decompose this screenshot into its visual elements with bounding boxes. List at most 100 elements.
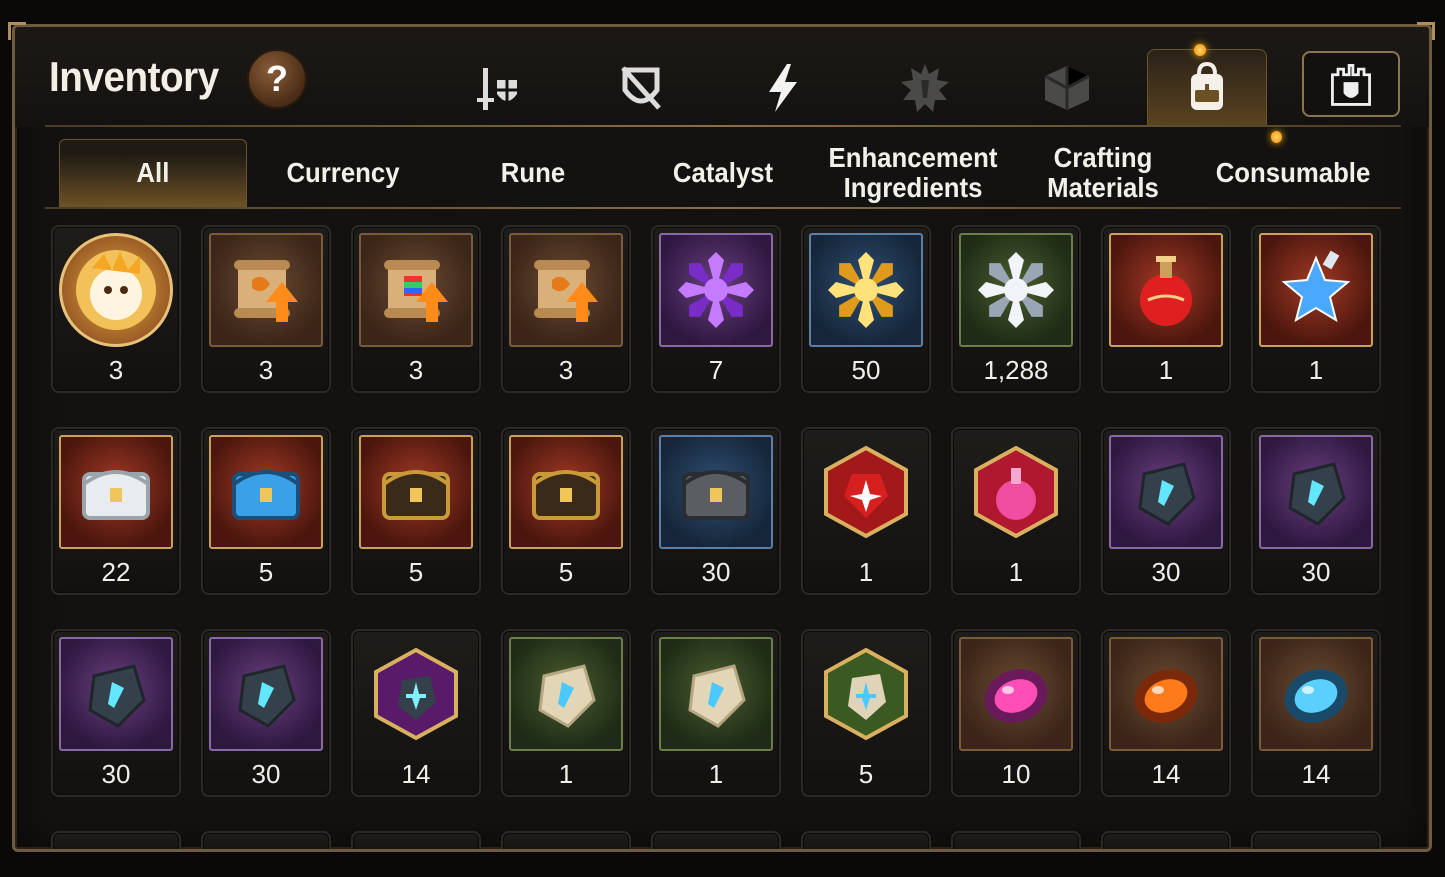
inventory-panel: Inventory ? All Currency Rune Catalyst E… bbox=[12, 24, 1432, 852]
inventory-slot[interactable]: 1 bbox=[651, 629, 781, 797]
scroll-upgrade-icon bbox=[209, 233, 323, 347]
item-quantity: 14 bbox=[1301, 759, 1331, 789]
gold-crystal-flower-icon bbox=[809, 233, 923, 347]
gold-chest-icon bbox=[359, 435, 473, 549]
inventory-slot[interactable]: 3 bbox=[201, 225, 331, 393]
sword-rune-tablet-icon bbox=[509, 637, 623, 751]
backpack-icon bbox=[1191, 61, 1223, 110]
item-quantity: 1 bbox=[858, 557, 874, 587]
tab-lightning[interactable] bbox=[723, 49, 843, 127]
inventory-slot-partial[interactable] bbox=[1251, 831, 1381, 849]
inventory-slot[interactable]: 3 bbox=[351, 225, 481, 393]
inventory-slot[interactable]: 30 bbox=[1101, 427, 1231, 595]
item-quantity: 3 bbox=[108, 355, 124, 385]
tab-emblem[interactable] bbox=[865, 49, 985, 127]
spiked-emblem-icon bbox=[901, 64, 949, 112]
swirl-rune-tablet-icon bbox=[659, 637, 773, 751]
inventory-slot[interactable]: 1 bbox=[951, 427, 1081, 595]
castle-shield-icon bbox=[1331, 64, 1371, 106]
inventory-slot[interactable]: 30 bbox=[201, 629, 331, 797]
header-divider bbox=[45, 125, 1401, 127]
inventory-slot[interactable]: 1,288 bbox=[951, 225, 1081, 393]
scroll-upgrade-icon bbox=[509, 233, 623, 347]
pink-gem-icon bbox=[959, 637, 1073, 751]
tab-currency[interactable]: Currency bbox=[257, 139, 430, 207]
inventory-slot[interactable]: 30 bbox=[651, 427, 781, 595]
tab-catalyst[interactable]: Catalyst bbox=[637, 139, 810, 207]
inventory-slot[interactable]: 1 bbox=[801, 427, 931, 595]
inventory-slot[interactable]: 50 bbox=[801, 225, 931, 393]
item-quantity: 1 bbox=[1008, 557, 1024, 587]
notification-dot bbox=[1194, 44, 1206, 56]
tab-crafting-materials[interactable]: Crafting Materials bbox=[1017, 139, 1190, 207]
tab-all[interactable]: All bbox=[59, 139, 247, 207]
inventory-slot[interactable]: 5 bbox=[501, 427, 631, 595]
help-button[interactable]: ? bbox=[247, 49, 307, 109]
notification-dot bbox=[1270, 131, 1282, 143]
tab-rune[interactable]: Rune bbox=[447, 139, 620, 207]
inventory-slot[interactable]: 5 bbox=[201, 427, 331, 595]
item-quantity: 7 bbox=[708, 355, 724, 385]
item-quantity: 5 bbox=[858, 759, 874, 789]
tab-bag[interactable] bbox=[1147, 44, 1267, 127]
hero-portrait-icon bbox=[59, 233, 173, 347]
silver-crystal-flower-icon bbox=[959, 233, 1073, 347]
inventory-slot[interactable]: 1 bbox=[1251, 225, 1381, 393]
inventory-slot-partial[interactable] bbox=[801, 831, 931, 849]
page-title: Inventory bbox=[49, 53, 219, 100]
cube-icon bbox=[1044, 66, 1090, 110]
inventory-slot-partial[interactable] bbox=[651, 831, 781, 849]
inventory-slot[interactable]: 3 bbox=[51, 225, 181, 393]
top-status-bar bbox=[0, 0, 1445, 22]
red-potion-icon bbox=[1109, 233, 1223, 347]
inventory-slot-partial[interactable] bbox=[201, 831, 331, 849]
inventory-slot-partial[interactable] bbox=[51, 831, 181, 849]
star-rune-hex-icon bbox=[359, 637, 473, 751]
sword-rune-stone-icon bbox=[1109, 435, 1223, 549]
inventory-slot[interactable]: 5 bbox=[801, 629, 931, 797]
inventory-slot[interactable]: 14 bbox=[1251, 629, 1381, 797]
inventory-slot[interactable]: 30 bbox=[51, 629, 181, 797]
lightning-icon bbox=[769, 64, 797, 112]
inventory-slot[interactable]: 30 bbox=[1251, 427, 1381, 595]
inventory-slot[interactable]: 1 bbox=[1101, 225, 1231, 393]
item-quantity: 50 bbox=[851, 355, 881, 385]
boot-rune-stone-icon bbox=[209, 637, 323, 751]
item-quantity: 30 bbox=[701, 557, 731, 587]
inventory-slot-partial[interactable] bbox=[501, 831, 631, 849]
tab-enhancement-ingredients[interactable]: Enhancement Ingredients bbox=[827, 139, 1000, 207]
red-rune-hex-icon bbox=[809, 435, 923, 549]
item-quantity: 30 bbox=[1151, 557, 1181, 587]
item-quantity: 5 bbox=[258, 557, 274, 587]
inventory-slot[interactable]: 22 bbox=[51, 427, 181, 595]
inventory-slot[interactable]: 1 bbox=[501, 629, 631, 797]
inventory-slot[interactable]: 10 bbox=[951, 629, 1081, 797]
inventory-slot-partial[interactable] bbox=[351, 831, 481, 849]
item-quantity: 14 bbox=[1151, 759, 1181, 789]
gold-chest-icon bbox=[509, 435, 623, 549]
inventory-slot[interactable]: 14 bbox=[351, 629, 481, 797]
guild-button[interactable] bbox=[1302, 51, 1400, 117]
item-quantity: 1,288 bbox=[983, 355, 1049, 385]
orange-gem-icon bbox=[1109, 637, 1223, 751]
inventory-slot-partial[interactable] bbox=[1101, 831, 1231, 849]
tab-consumable[interactable]: Consumable bbox=[1207, 131, 1380, 207]
tab-cube[interactable] bbox=[1007, 49, 1127, 127]
item-quantity: 1 bbox=[708, 759, 724, 789]
tab-crossed-shield[interactable] bbox=[581, 49, 701, 127]
item-quantity: 22 bbox=[101, 557, 131, 587]
blue-chest-icon bbox=[209, 435, 323, 549]
armor-rune-stone-icon bbox=[59, 637, 173, 751]
inventory-slot[interactable]: 5 bbox=[351, 427, 481, 595]
subtab-bar: All Currency Rune Catalyst Enhancement I… bbox=[59, 131, 1399, 207]
star-potion-icon bbox=[1259, 233, 1373, 347]
tab-equipment[interactable] bbox=[439, 49, 559, 127]
pink-potion-hex-icon bbox=[959, 435, 1073, 549]
item-quantity: 14 bbox=[401, 759, 431, 789]
inventory-slot[interactable]: 3 bbox=[501, 225, 631, 393]
inventory-slot[interactable]: 14 bbox=[1101, 629, 1231, 797]
inventory-slot-partial[interactable] bbox=[951, 831, 1081, 849]
item-quantity: 1 bbox=[1308, 355, 1324, 385]
crossed-shield-icon bbox=[621, 66, 661, 110]
inventory-slot[interactable]: 7 bbox=[651, 225, 781, 393]
